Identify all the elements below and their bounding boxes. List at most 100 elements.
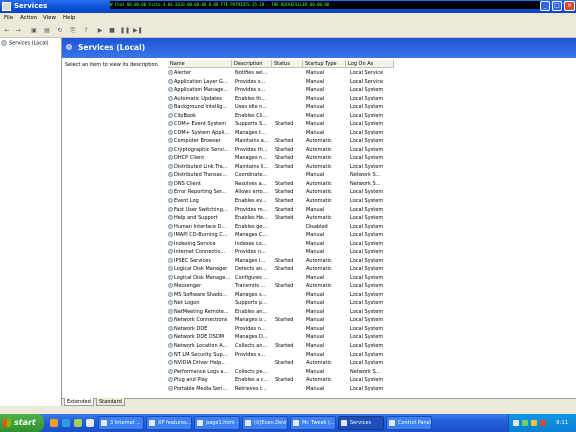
taskbar-button[interactable]: (X)Even.Devi... <box>242 416 288 430</box>
table-row[interactable]: NetMeeting Remote... Enables an... Manual L… <box>168 308 576 317</box>
table-row[interactable]: Network Connections Manages o... Started Ma… <box>168 316 576 325</box>
service-name: COM+ System Appli... <box>168 129 232 138</box>
table-row[interactable]: Event Log Enables ev... Started Automatic Lo… <box>168 197 576 206</box>
table-row[interactable]: Plug and Play Enables a c... Started Automa… <box>168 376 576 385</box>
tray-network-icon[interactable] <box>513 420 519 426</box>
taskbar-button[interactable]: Mr. Tweak (... <box>290 416 336 430</box>
tray-volume-icon[interactable] <box>531 420 537 426</box>
show-tree-icon[interactable]: ▣ <box>30 27 38 35</box>
service-logon: Local System <box>350 121 384 128</box>
service-startup-type: Manual <box>306 206 325 213</box>
service-name: Indexing Service <box>168 240 232 249</box>
table-row[interactable]: Network DDE Provides n... Manual Local Syst… <box>168 325 576 334</box>
tray-alert-icon[interactable] <box>540 420 546 426</box>
quick-launch-folder-icon[interactable] <box>50 419 58 427</box>
table-row[interactable]: Alerter Notifies sel... Manual Local Servic… <box>168 69 576 78</box>
system-tray: 9:11 AM <box>508 414 576 432</box>
table-row[interactable]: COM+ Event System Supports S... Started Man… <box>168 120 576 129</box>
taskbar-button-label: 3 Internet ... <box>110 420 141 426</box>
table-row[interactable]: Portable Media Seri... Retrieves t... Manu… <box>168 385 576 394</box>
taskbar-button[interactable]: page1.html - ... <box>194 416 240 430</box>
table-row[interactable]: Error Reporting Ser... Allows erro... Star… <box>168 188 576 197</box>
table-row[interactable]: Logical Disk Manage... Configures ... Manu… <box>168 274 576 283</box>
service-gear-icon <box>168 104 173 110</box>
column-header-description[interactable]: Description <box>232 60 272 68</box>
table-row[interactable]: Logical Disk Manager Detects an... Started… <box>168 265 576 274</box>
forward-arrow-icon[interactable]: → <box>14 27 22 35</box>
service-description: Enables th... <box>235 95 267 102</box>
service-name-text: Application Layer G... <box>174 78 228 85</box>
service-startup-type: Manual <box>306 121 325 128</box>
table-row[interactable]: DHCP Client Manages n... Started Automatic L… <box>168 154 576 163</box>
tree-item-services-local[interactable]: Services (Local) <box>1 40 49 47</box>
table-row[interactable]: Network DDE DSDM Manages D... Manual Local … <box>168 333 576 342</box>
pause-service-icon[interactable]: ❚❚ <box>120 27 130 35</box>
title-bar[interactable]: Services W Chat 00:00:00 Vista 4.04.2010… <box>0 0 576 13</box>
table-row[interactable]: Computer Browser Maintains a... Started Aut… <box>168 137 576 146</box>
tab-standard[interactable]: Standard <box>96 398 125 406</box>
column-header-status[interactable]: Status <box>272 60 303 68</box>
taskbar-button[interactable]: XP features... <box>146 416 192 430</box>
column-header-name[interactable]: Name <box>168 60 232 68</box>
menu-action[interactable]: Action <box>20 15 37 21</box>
restart-service-icon[interactable]: ▶❚ <box>133 27 143 35</box>
table-row[interactable]: Performance Logs a... Collects pe... Manua… <box>168 368 576 377</box>
table-row[interactable]: COM+ System Appli... Manages t... Manual Lo… <box>168 129 576 138</box>
table-row[interactable]: Automatic Updates Enables th... Manual Loca… <box>168 95 576 104</box>
table-row[interactable]: Indexing Service Indexes co... Manual Local… <box>168 240 576 249</box>
properties-icon[interactable]: ▤ <box>43 27 51 35</box>
table-row[interactable]: Human Interface D... Enables ge... Disable… <box>168 223 576 232</box>
refresh-icon[interactable]: ↻ <box>56 27 64 35</box>
start-button[interactable]: start <box>0 414 44 432</box>
help-icon[interactable]: ? <box>82 27 90 35</box>
quick-launch-desktop-icon[interactable] <box>74 419 82 427</box>
service-startup-type: Manual <box>306 274 325 281</box>
taskbar-button[interactable]: Services <box>338 416 384 430</box>
start-service-icon[interactable]: ▶ <box>96 27 104 35</box>
table-row[interactable]: Application Manage... Provides s... Manual… <box>168 86 576 95</box>
export-list-icon[interactable]: ⎘ <box>69 27 77 35</box>
table-row[interactable]: Fast User Switching... Provides m... Start… <box>168 206 576 215</box>
tray-security-icon[interactable] <box>522 420 528 426</box>
tab-extended[interactable]: Extended <box>64 398 94 406</box>
quick-launch-browser-icon[interactable] <box>62 419 70 427</box>
stop-service-icon[interactable]: ■ <box>108 27 116 35</box>
menu-view[interactable]: View <box>43 15 56 21</box>
maximize-button[interactable]: □ <box>552 1 562 11</box>
table-row[interactable]: Distributed Link Tra... Maintains li... St… <box>168 163 576 172</box>
table-row[interactable]: DNS Client Resolves a... Started Automatic N… <box>168 180 576 189</box>
service-gear-icon <box>168 138 173 144</box>
clock[interactable]: 9:11 AM <box>556 414 576 432</box>
service-description: Enables a c... <box>235 377 269 384</box>
taskbar-button[interactable]: Control Panel <box>386 416 432 430</box>
start-label: start <box>14 418 36 427</box>
column-header-startup-type[interactable]: Startup Type <box>303 60 346 68</box>
table-row[interactable]: NVIDIA Driver Help... Started Automatic Loc… <box>168 359 576 368</box>
table-row[interactable]: NT LM Security Sup... Provides s... Manual… <box>168 351 576 360</box>
table-row[interactable]: Net Logon Supports p... Manual Local System <box>168 299 576 308</box>
service-logon: Local System <box>350 155 384 162</box>
minimize-button[interactable]: _ <box>540 1 550 11</box>
table-row[interactable]: Internet Connectio... Provides n... Manual… <box>168 248 576 257</box>
table-row[interactable]: IMAPI CD-Burning C... Manages C... Manual L… <box>168 231 576 240</box>
service-logon: Local System <box>350 351 384 358</box>
taskbar-button[interactable]: 3 Internet ... <box>98 416 144 430</box>
table-row[interactable]: Distributed Transac... Coordinate... Manua… <box>168 171 576 180</box>
table-row[interactable]: MS Software Shado... Manages s... Manual Lo… <box>168 291 576 300</box>
table-row[interactable]: Help and Support Enables He... Started Auto… <box>168 214 576 223</box>
column-header-log-on-as[interactable]: Log On As <box>346 60 394 68</box>
quick-launch-app-icon[interactable] <box>86 419 94 427</box>
table-row[interactable]: Messenger Transmits ... Started Automatic Lo… <box>168 282 576 291</box>
table-row[interactable]: ClipBook Enables Cli... Manual Local System <box>168 112 576 121</box>
back-arrow-icon[interactable]: ← <box>3 27 11 35</box>
table-row[interactable]: Background Intellig... Uses idle n... Manu… <box>168 103 576 112</box>
service-status: Started <box>275 377 294 384</box>
table-row[interactable]: Application Layer G... Provides s... Manua… <box>168 78 576 87</box>
menu-help[interactable]: Help <box>63 15 76 21</box>
menu-file[interactable]: File <box>4 15 13 21</box>
table-row[interactable]: IPSEC Services Manages I... Started Automat… <box>168 257 576 266</box>
service-startup-type: Automatic <box>306 215 332 222</box>
table-row[interactable]: Network Location A... Collects an... Start… <box>168 342 576 351</box>
table-row[interactable]: Cryptographic Servi... Provides th... Star… <box>168 146 576 155</box>
close-button[interactable]: × <box>564 1 575 11</box>
